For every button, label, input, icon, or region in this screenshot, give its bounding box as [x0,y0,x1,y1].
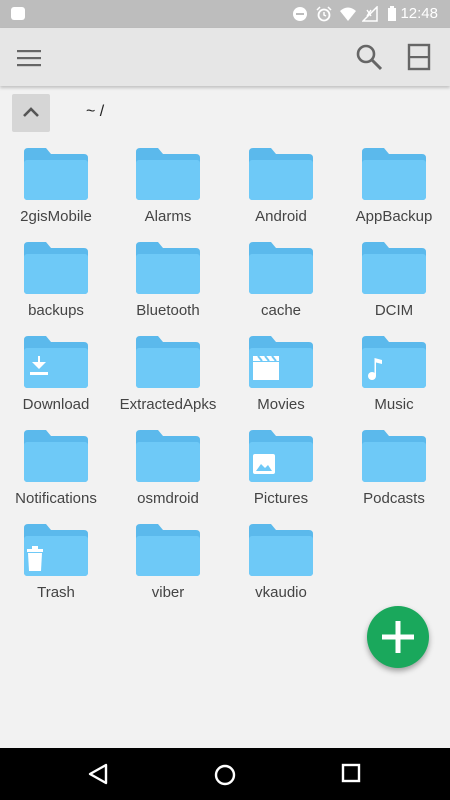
folder-pictures[interactable]: Pictures [225,424,337,514]
movies-folder-icon [249,336,313,388]
folder-trash[interactable]: Trash [0,518,112,608]
pictures-folder-icon [249,430,313,482]
folder-label: Podcasts [363,490,425,507]
folder-label: osmdroid [137,490,199,507]
folder-icon [249,524,313,576]
alarm-icon [316,6,332,22]
folder-label: DCIM [374,302,414,319]
system-navigation-bar [0,748,450,800]
folder-label: viber [151,584,185,601]
status-bar: 12:48 [0,0,450,28]
folder-label: Pictures [253,490,309,507]
folder-icon [24,148,88,200]
folder-icon [362,242,426,294]
path-bar: ~ / [0,90,450,136]
folder-2gismobile[interactable]: 2gisMobile [0,142,112,232]
folder-label: Movies [257,396,305,413]
folder-label: Alarms [144,208,192,225]
folder-label: Music [374,396,414,413]
home-icon[interactable] [213,763,237,787]
folder-icon [249,148,313,200]
folder-appbackup[interactable]: AppBackup [338,142,450,232]
folder-dcim[interactable]: DCIM [338,236,450,326]
folder-icon [136,336,200,388]
folder-icon [136,148,200,200]
folder-label: Android [255,208,307,225]
hamburger-menu-icon[interactable] [14,43,44,73]
folder-icon [136,524,200,576]
folder-icon [136,242,200,294]
folder-viber[interactable]: viber [112,518,224,608]
folder-label: Trash [37,584,75,601]
recents-icon[interactable] [341,763,361,783]
folder-icon [24,242,88,294]
folder-icon [362,148,426,200]
folder-label: ExtractedApks [119,396,217,413]
trash-folder-icon [24,524,88,576]
view-layout-icon[interactable] [405,42,433,72]
folder-label: backups [28,302,84,319]
android-notification-icon [11,7,25,20]
back-icon[interactable] [87,763,109,785]
folder-backups[interactable]: backups [0,236,112,326]
folder-cache[interactable]: cache [225,236,337,326]
do-not-disturb-icon [293,7,307,21]
chevron-up-icon [23,107,39,117]
folder-icon [249,242,313,294]
current-path: ~ / [86,103,105,120]
folder-podcasts[interactable]: Podcasts [338,424,450,514]
download-folder-icon [24,336,88,388]
folder-vkaudio[interactable]: vkaudio [225,518,337,608]
folder-label: AppBackup [355,208,433,225]
status-time: 12:48 [400,5,438,22]
add-button[interactable] [367,606,429,668]
folder-alarms[interactable]: Alarms [112,142,224,232]
app-bar [0,28,450,86]
navigate-up-button[interactable] [12,94,50,132]
folder-label: 2gisMobile [20,208,92,225]
folder-icon [24,430,88,482]
folder-bluetooth[interactable]: Bluetooth [112,236,224,326]
plus-icon [382,621,414,653]
search-icon[interactable] [354,42,384,72]
folder-android[interactable]: Android [225,142,337,232]
music-folder-icon [362,336,426,388]
folder-label: Download [22,396,90,413]
folder-label: vkaudio [255,584,307,601]
folder-download[interactable]: Download [0,330,112,420]
folder-music[interactable]: Music [338,330,450,420]
folder-movies[interactable]: Movies [225,330,337,420]
folder-notifications[interactable]: Notifications [0,424,112,514]
folder-osmdroid[interactable]: osmdroid [112,424,224,514]
folder-label: Bluetooth [136,302,200,319]
folder-icon [362,430,426,482]
folder-label: cache [260,302,302,319]
cell-signal-icon [362,6,378,22]
folder-icon [136,430,200,482]
wifi-icon [340,7,356,21]
battery-icon [388,6,396,21]
folder-label: Notifications [15,490,97,507]
folder-extractedapks[interactable]: ExtractedApks [112,330,224,420]
